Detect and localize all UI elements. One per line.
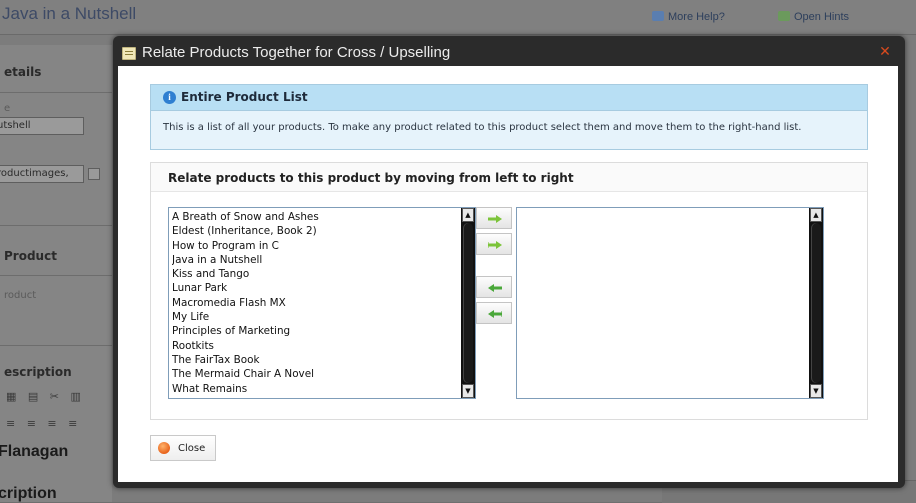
- chat-bubble-icon: [652, 11, 664, 21]
- divider: [0, 92, 112, 93]
- dialog-title: Relate Products Together for Cross / Ups…: [142, 44, 451, 61]
- available-products-items: A Breath of Snow and Ashes Eldest (Inheri…: [172, 210, 460, 396]
- list-item[interactable]: Principles of Marketing: [172, 324, 460, 338]
- image-checkbox[interactable]: [88, 168, 100, 180]
- info-panel-title: Entire Product List: [181, 90, 308, 104]
- list-item[interactable]: Macromedia Flash MX: [172, 296, 460, 310]
- description-text: cription: [0, 485, 57, 502]
- move-right-button[interactable]: [476, 207, 512, 229]
- info-icon: i: [163, 91, 176, 104]
- close-button[interactable]: Close: [150, 435, 216, 461]
- list-item[interactable]: Rootkits: [172, 339, 460, 353]
- list-item[interactable]: The Mermaid Chair A Novel: [172, 367, 460, 381]
- scroll-down-icon[interactable]: ▼: [810, 384, 822, 398]
- list-item[interactable]: Kiss and Tango: [172, 267, 460, 281]
- hints-icon: [778, 11, 790, 21]
- relate-panel: Relate products to this product by movin…: [150, 162, 868, 420]
- dialog-body: i Entire Product List This is a list of …: [118, 66, 898, 482]
- list-item[interactable]: My Life: [172, 310, 460, 324]
- double-arrow-right-icon: [488, 241, 502, 249]
- arrow-right-icon: [488, 215, 502, 223]
- list-item[interactable]: How to Program in C: [172, 239, 460, 253]
- relate-products-dialog: Relate Products Together for Cross / Ups…: [113, 36, 905, 488]
- relate-panel-title: Relate products to this product by movin…: [168, 171, 574, 185]
- scroll-thumb[interactable]: [463, 223, 473, 383]
- list-item[interactable]: Java in a Nutshell: [172, 253, 460, 267]
- scrollbar[interactable]: ▲ ▼: [461, 208, 475, 398]
- info-panel-text: This is a list of all your products. To …: [163, 122, 802, 133]
- product-text: roduct: [4, 290, 37, 301]
- close-icon[interactable]: ✕: [879, 45, 891, 59]
- info-panel-header: i Entire Product List: [151, 85, 867, 111]
- list-item[interactable]: The FairTax Book: [172, 353, 460, 367]
- list-item[interactable]: A Breath of Snow and Ashes: [172, 210, 460, 224]
- list-item[interactable]: Lunar Park: [172, 281, 460, 295]
- window-icon: [122, 47, 136, 60]
- name-field[interactable]: utshell: [0, 117, 84, 135]
- page-title: Java in a Nutshell: [2, 4, 137, 23]
- details-heading: etails: [4, 65, 42, 79]
- background-sidebar: etails e utshell roductimages, Product r…: [0, 45, 112, 502]
- divider: [0, 345, 112, 346]
- divider: [0, 225, 112, 226]
- product-heading: Product: [4, 249, 57, 263]
- divider: [0, 275, 112, 276]
- image-field[interactable]: roductimages,: [0, 165, 84, 183]
- scroll-up-icon[interactable]: ▲: [462, 208, 474, 222]
- more-help-link[interactable]: More Help?: [652, 11, 725, 23]
- list-item[interactable]: What Remains: [172, 382, 460, 396]
- list-item[interactable]: Eldest (Inheritance, Book 2): [172, 224, 460, 238]
- available-products-list[interactable]: A Breath of Snow and Ashes Eldest (Inheri…: [168, 207, 476, 399]
- related-products-list[interactable]: ▲ ▼: [516, 207, 824, 399]
- move-left-button[interactable]: [476, 276, 512, 298]
- description-heading: escription: [4, 365, 72, 379]
- relate-panel-header: Relate products to this product by movin…: [151, 163, 867, 192]
- close-button-label: Close: [178, 443, 206, 454]
- field-label: e: [4, 103, 11, 114]
- scroll-thumb[interactable]: [811, 223, 821, 383]
- double-arrow-left-icon: [488, 310, 502, 318]
- arrow-left-icon: [488, 284, 502, 292]
- scroll-down-icon[interactable]: ▼: [462, 384, 474, 398]
- alignment-toolbar: ≡ ≡ ≡ ≡: [6, 417, 82, 430]
- move-all-left-button[interactable]: [476, 302, 512, 324]
- close-icon: [158, 442, 170, 454]
- open-hints-link[interactable]: Open Hints: [778, 11, 849, 23]
- background-header: Java in a Nutshell More Help? Open Hints: [0, 0, 916, 35]
- scroll-up-icon[interactable]: ▲: [810, 208, 822, 222]
- author-text: Flanagan: [0, 443, 69, 460]
- editor-toolbar: ▦ ▤ ✂ ▥: [6, 390, 85, 403]
- info-panel: i Entire Product List This is a list of …: [150, 84, 868, 150]
- move-all-right-button[interactable]: [476, 233, 512, 255]
- scrollbar[interactable]: ▲ ▼: [809, 208, 823, 398]
